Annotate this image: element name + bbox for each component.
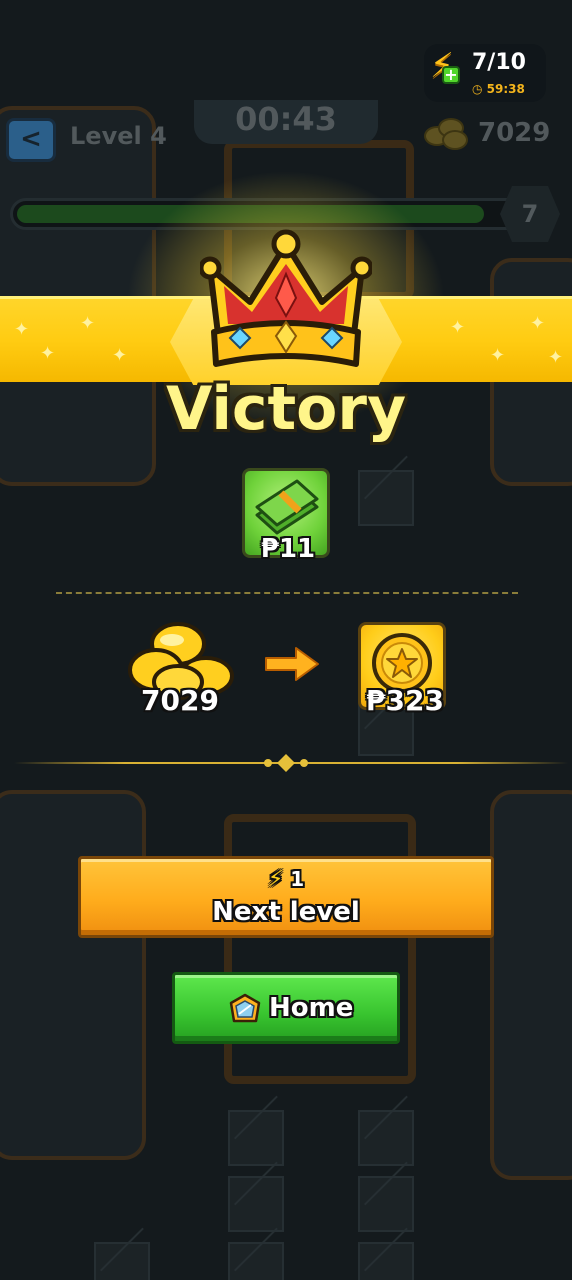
energy-refill-timer: ◷ 59:38 [472,82,525,96]
background-tile [358,1242,414,1280]
background-tile [358,470,414,526]
next-level-button[interactable]: ⚡ 1 Next level [78,856,494,938]
reward-separator [56,592,518,594]
energy-count: 7/10 [472,50,526,75]
background-tile [358,1110,414,1166]
add-energy-icon[interactable]: + [442,66,460,84]
match-timer-text: 00:43 [235,100,337,138]
coin-reward-value: ₱323 [366,684,444,717]
background-tile [358,1176,414,1232]
coins-before-value: 7029 [141,684,219,717]
arrow-right-icon [265,647,319,681]
divider-ornament-icon [264,754,308,772]
progress-level-badge: 7 [500,186,560,242]
victory-title: Victory [165,374,407,444]
background-tile [94,1242,150,1280]
background-panel [490,790,572,1180]
coin-icon [424,116,468,150]
crown-icon [200,229,372,367]
cash-reward-value: ₱11 [260,534,316,564]
match-timer: 00:43 [194,100,378,144]
lightning-bolt-icon: ⚡ [267,867,284,892]
coin-balance: 7029 [478,118,551,148]
game-header: < Level 4 00:43 7029 [0,100,572,170]
background-panel [0,790,146,1160]
next-level-cost: ⚡ 1 [81,867,491,892]
background-tile [228,1242,284,1280]
back-button[interactable]: < [6,118,56,162]
home-label: Home [269,993,354,1023]
energy-counter[interactable]: ⚡ + 7/10 ◷ 59:38 [424,44,546,102]
next-level-cost-value: 1 [290,867,305,891]
home-shield-icon [229,993,261,1023]
home-button[interactable]: Home [172,972,400,1044]
next-level-label: Next level [212,897,360,927]
background-tile [228,1110,284,1166]
background-tile [228,1176,284,1232]
level-label: Level 4 [70,122,167,150]
energy-timer-value: 59:38 [486,82,525,96]
